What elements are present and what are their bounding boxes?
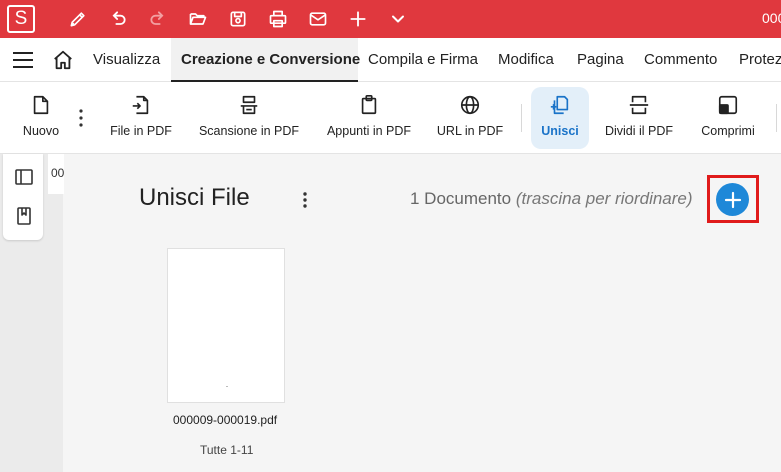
merge-options-icon[interactable] <box>301 190 309 210</box>
pen-icon[interactable] <box>66 7 90 31</box>
split-icon <box>629 95 649 115</box>
app-logo[interactable]: S <box>7 5 35 33</box>
clipboard-icon <box>361 95 377 115</box>
document-tab-label: 00 <box>51 166 65 180</box>
plus-icon[interactable] <box>346 7 370 31</box>
title-bar: S 000 <box>0 0 781 38</box>
ribbon-toolbar: Nuovo File in PDF Scansione in PDF Appun… <box>0 82 781 154</box>
compress-label: Comprimi <box>701 124 755 138</box>
document-count: 1 Documento (trascina per riordinare) <box>410 189 693 209</box>
ribbon-divider <box>521 104 522 132</box>
bookmark-icon[interactable] <box>14 206 34 226</box>
side-panel <box>3 154 43 240</box>
url-to-pdf-label: URL in PDF <box>436 124 504 138</box>
file-to-pdf-label: File in PDF <box>110 124 172 138</box>
merge-title: Unisci File <box>139 184 250 211</box>
chevron-down-icon[interactable] <box>386 7 410 31</box>
split-pdf-button[interactable]: Dividi il PDF <box>603 82 675 154</box>
scanner-icon <box>240 95 258 115</box>
save-icon[interactable] <box>226 7 250 31</box>
window-title: 000 <box>762 10 781 26</box>
document-count-text: 1 Documento <box>410 189 512 208</box>
page-range[interactable]: Tutte 1-11 <box>200 443 253 457</box>
globe-icon <box>460 95 480 115</box>
new-document-icon <box>33 95 49 115</box>
menu-pagina[interactable]: Pagina <box>577 38 624 82</box>
menu-bar: Visualizza Creazione e Conversione Compi… <box>0 38 781 82</box>
compress-icon <box>718 95 738 115</box>
new-button-label: Nuovo <box>22 124 60 138</box>
menu-modifica[interactable]: Modifica <box>498 38 554 82</box>
menu-commento[interactable]: Commento <box>644 38 717 82</box>
mail-icon[interactable] <box>306 7 330 31</box>
menu-protezione[interactable]: Protez <box>739 38 781 82</box>
url-to-pdf-button[interactable]: URL in PDF <box>436 82 504 154</box>
scan-to-pdf-label: Scansione in PDF <box>198 124 300 138</box>
page-mark <box>226 386 228 387</box>
file-thumbnail[interactable] <box>167 248 285 403</box>
panel-toggle-icon[interactable] <box>14 167 34 187</box>
ribbon-divider <box>776 104 777 132</box>
reorder-hint: (trascina per riordinare) <box>515 189 693 208</box>
clipboard-to-pdf-button[interactable]: Appunti in PDF <box>324 82 414 154</box>
menu-compila-firma[interactable]: Compila e Firma <box>368 38 478 82</box>
new-button[interactable]: Nuovo <box>18 82 64 154</box>
split-pdf-label: Dividi il PDF <box>604 124 674 138</box>
open-folder-icon[interactable] <box>186 7 210 31</box>
home-icon[interactable] <box>52 49 74 71</box>
add-file-button[interactable] <box>716 183 749 216</box>
more-options-icon[interactable] <box>78 108 84 128</box>
menu-visualizza[interactable]: Visualizza <box>93 38 160 82</box>
undo-icon[interactable] <box>106 7 130 31</box>
compress-button[interactable]: Comprimi <box>697 82 759 154</box>
redo-icon[interactable] <box>146 7 170 31</box>
plus-icon <box>724 191 741 208</box>
clipboard-to-pdf-label: Appunti in PDF <box>326 124 412 138</box>
merge-icon <box>550 95 569 115</box>
merge-button[interactable]: Unisci <box>531 82 589 154</box>
merge-button-label: Unisci <box>541 124 579 138</box>
file-name: 000009-000019.pdf <box>173 413 278 427</box>
print-icon[interactable] <box>266 7 290 31</box>
menu-creazione-conversione[interactable]: Creazione e Conversione <box>171 38 360 82</box>
file-to-pdf-button[interactable]: File in PDF <box>106 82 176 154</box>
scan-to-pdf-button[interactable]: Scansione in PDF <box>196 82 302 154</box>
hamburger-menu-icon[interactable] <box>12 50 34 70</box>
file-to-pdf-icon <box>132 95 149 115</box>
